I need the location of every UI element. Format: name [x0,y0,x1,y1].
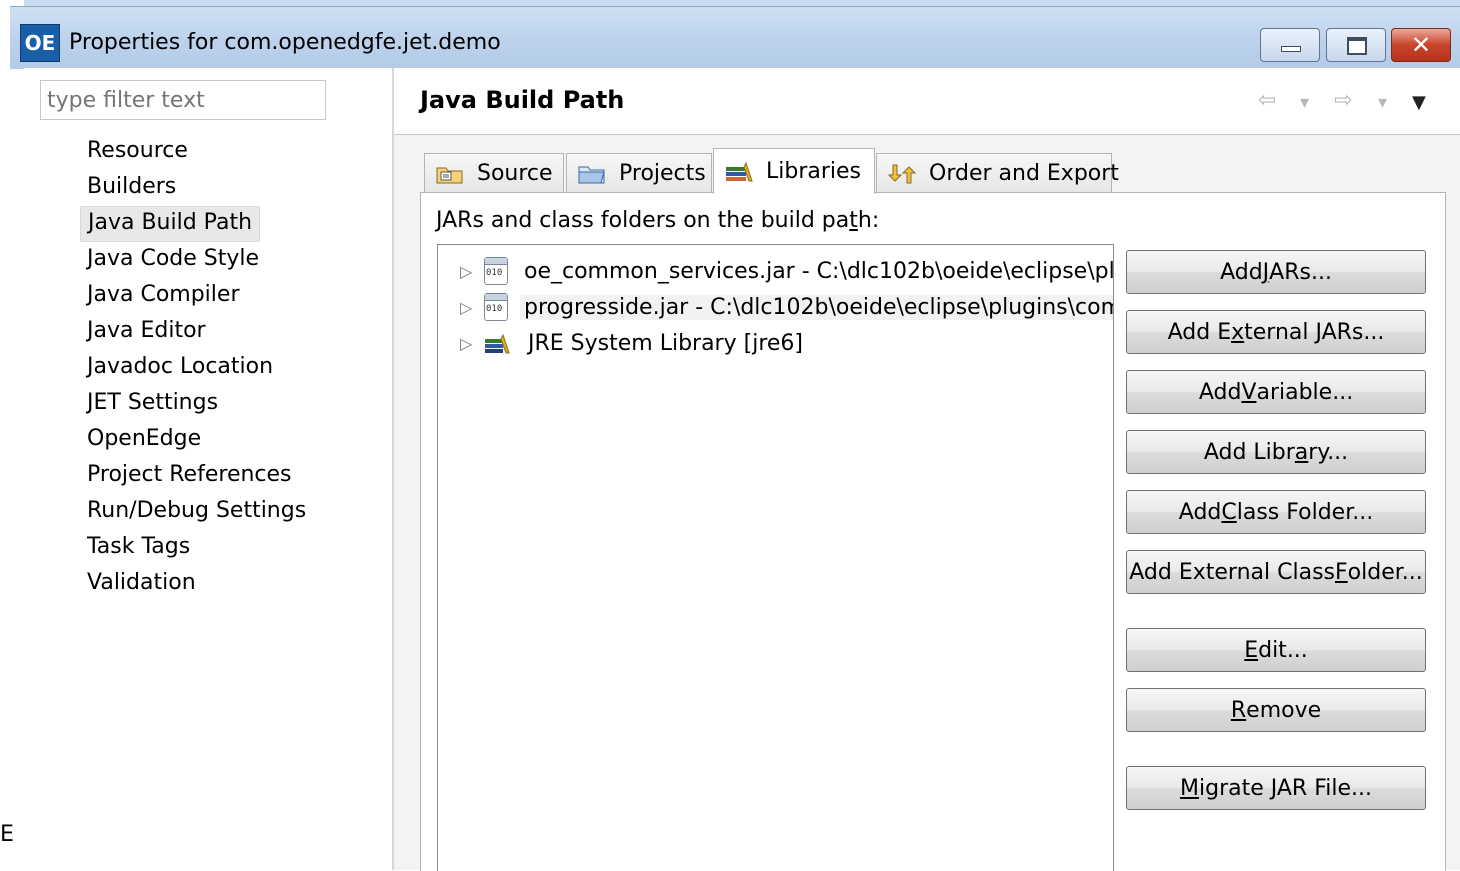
build-path-caption: JARs and class folders on the build path… [436,208,879,233]
button-label-end: igrate JAR File... [1199,775,1372,801]
sidebar-item-run-debug-settings[interactable]: Run/Debug Settings [80,494,313,528]
button-label-end: emove [1246,697,1322,723]
forward-arrow-icon[interactable]: ⇨ [1334,88,1352,113]
minimize-icon [1281,46,1301,52]
expand-arrow-icon[interactable]: ▷ [460,334,476,353]
left-margin [0,0,24,870]
source-folder-icon [435,163,465,185]
forward-menu-chevron-icon[interactable]: ▾ [1378,92,1387,113]
tab-order-and-export[interactable]: Order and Export [876,153,1119,193]
openedge-app-icon: OE [20,24,60,62]
stray-text: E [0,822,14,847]
sidebar-item-java-editor[interactable]: Java Editor [80,314,213,348]
minimize-button[interactable] [1260,28,1320,62]
back-arrow-icon[interactable]: ⇦ [1258,88,1276,113]
sidebar-item-jet-settings[interactable]: JET Settings [80,386,225,420]
sidebar-item-task-tags[interactable]: Task Tags [80,530,197,564]
add-library-button[interactable]: Add Libr a ry... [1126,430,1426,474]
sidebar-item-java-compiler[interactable]: Java Compiler [80,278,247,312]
button-label-end: dit... [1258,637,1308,663]
library-entry[interactable]: ▷ 010 oe_common_services.jar - C:\dlc102b\… [438,253,1114,289]
button-label-start: Add Libr [1203,439,1295,465]
library-entry-label: oe_common_services.jar - C:\dlc102b\oeid… [524,258,1114,284]
button-label-start: Add External Class [1129,559,1335,585]
edit-button[interactable]: Edit... [1126,628,1426,672]
button-label-end: lass Folder... [1236,499,1374,525]
caption-mnemonic: t [849,208,858,233]
add-jars-button[interactable]: Add J ARs... [1126,250,1426,294]
maximize-icon [1347,37,1367,55]
button-mnemonic: C [1221,499,1237,525]
button-label-end: ternal JARs... [1244,319,1385,345]
sidebar-item-builders[interactable]: Builders [80,170,183,204]
button-label-start: Add [1178,499,1222,525]
button-label-start: Add [1198,379,1242,405]
filter-input[interactable] [40,80,326,120]
sidebar-item-openedge[interactable]: OpenEdge [80,422,208,456]
sidebar-item-java-build-path[interactable]: Java Build Path [80,206,261,242]
sidebar-item-javadoc-location[interactable]: Javadoc Location [80,350,280,384]
sidebar-item-validation[interactable]: Validation [80,566,203,600]
jar-icon: 010 [484,257,508,285]
view-menu-icon[interactable]: ▼ [1412,92,1426,113]
back-menu-chevron-icon[interactable]: ▾ [1300,92,1309,113]
migrate-jar-file-button[interactable]: Migrate JAR File... [1126,766,1426,810]
tab-projects[interactable]: Projects [566,153,712,193]
tab-source[interactable]: Source [424,153,564,193]
projects-folder-icon [577,163,607,185]
library-entry[interactable]: ▷ JRE System Library [jre6] [438,325,807,361]
add-variable-button[interactable]: Add Variable... [1126,370,1426,414]
library-entry-label: JRE System Library [jre6] [528,330,803,356]
build-path-library-tree[interactable]: ▷ 010 oe_common_services.jar - C:\dlc102b\… [437,244,1114,871]
button-mnemonic: V [1241,379,1257,405]
page-title: Java Build Path [420,86,625,114]
button-label-end: ARs... [1269,259,1332,285]
button-label-end: ry... [1308,439,1349,465]
sidebar-item-project-references[interactable]: Project References [80,458,299,492]
button-mnemonic: F [1335,559,1348,585]
add-class-folder-button[interactable]: Add Class Folder... [1126,490,1426,534]
jar-icon-text: 010 [486,268,503,278]
button-mnemonic: R [1230,697,1247,723]
close-button[interactable]: ✕ [1391,28,1451,62]
button-mnemonic: M [1180,775,1199,801]
button-mnemonic: a [1294,439,1309,465]
tab-projects-label: Projects [619,161,706,186]
tab-source-label: Source [477,161,553,186]
expand-arrow-icon[interactable]: ▷ [460,298,476,317]
button-mnemonic: E [1244,637,1259,663]
library-entry-label: progresside.jar - C:\dlc102b\oeide\eclip… [520,294,1113,320]
add-external-class-folder-button[interactable]: Add External Class Folder... [1126,550,1426,594]
close-icon: ✕ [1410,31,1432,59]
tab-libraries[interactable]: Libraries [713,148,875,194]
library-icon [484,332,512,354]
button-label-end: older... [1347,559,1423,585]
expand-arrow-icon[interactable]: ▷ [460,262,476,281]
window-title: Properties for com.openedgfe.jet.demo [69,30,501,55]
caption-text-start: JARs and class folders on the build pa [436,208,850,233]
add-external-jars-button[interactable]: Add Ex ternal JARs... [1126,310,1426,354]
libraries-icon [724,161,754,183]
order-export-icon [887,163,917,185]
button-label-end: ariable... [1256,379,1354,405]
tab-order-and-export-label: Order and Export [929,161,1119,186]
button-mnemonic: x [1231,319,1245,345]
caption-text-end: h: [857,208,880,233]
button-label-start: Add E [1167,319,1232,345]
tab-libraries-label: Libraries [766,159,862,184]
library-entry[interactable]: ▷ 010 progresside.jar - C:\dlc102b\oeide\e… [438,289,1113,325]
sidebar-item-java-code-style[interactable]: Java Code Style [80,242,266,276]
remove-button[interactable]: Remove [1126,688,1426,732]
button-label-start: Add [1220,259,1263,285]
properties-window: OE Properties for com.openedgfe.jet.demo… [0,0,1460,871]
maximize-button[interactable] [1326,28,1386,62]
sidebar-item-resource[interactable]: Resource [80,134,195,168]
jar-icon-text: 010 [486,304,503,314]
jar-icon: 010 [484,293,508,321]
